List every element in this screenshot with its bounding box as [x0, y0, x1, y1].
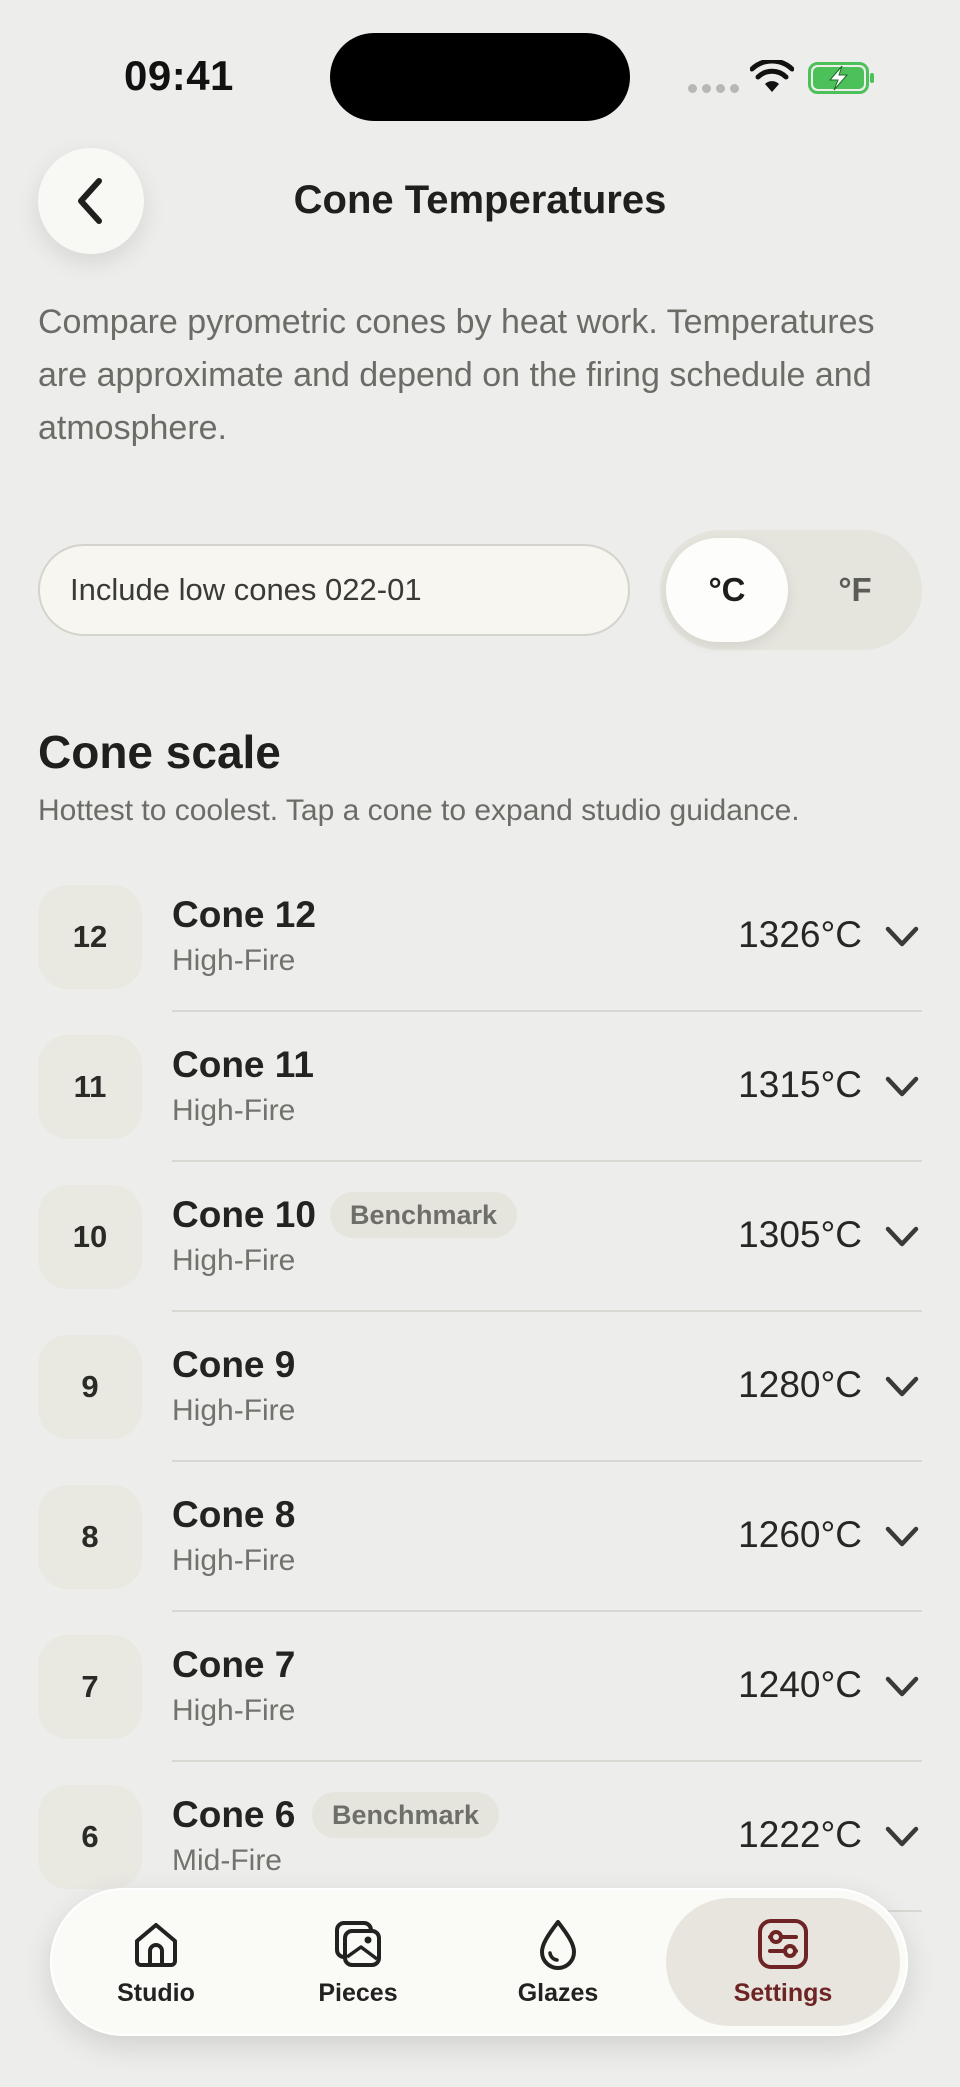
cone-number-badge: 6: [38, 1785, 142, 1889]
include-low-cones-toggle[interactable]: Include low cones 022-01: [38, 544, 630, 636]
cone-row[interactable]: 9 Cone 9 High-Fire 1280°C: [0, 1312, 960, 1462]
home-icon: [135, 1922, 177, 1967]
cone-name: Cone 8: [172, 1494, 296, 1535]
unit-celsius-button[interactable]: °C: [666, 538, 788, 642]
cone-temperature: 1222°C: [738, 1814, 862, 1855]
cone-number-badge: 7: [38, 1635, 142, 1739]
cone-temperature: 1280°C: [738, 1364, 862, 1405]
tab-label: Glazes: [517, 1978, 599, 2007]
cone-fire-range: High-Fire: [172, 1544, 296, 1577]
chevron-down-icon[interactable]: [884, 1224, 920, 1250]
chevron-down-icon[interactable]: [884, 1674, 920, 1700]
status-time: 09:41: [124, 52, 234, 99]
cone-name: Cone 11: [172, 1044, 314, 1085]
cone-fire-range: High-Fire: [172, 1244, 296, 1277]
cone-fire-range: High-Fire: [172, 1694, 296, 1727]
tab-settings[interactable]: Settings: [666, 1898, 900, 2026]
cone-name: Cone 9: [172, 1344, 296, 1385]
cone-name: Cone 6: [172, 1794, 296, 1835]
section-title: Cone scale: [38, 726, 281, 778]
pieces-icon: [335, 1920, 381, 1967]
cellular-signal-icon: [688, 84, 739, 93]
page-title: Cone Temperatures: [293, 178, 667, 222]
battery-charging-icon: [808, 62, 874, 94]
tab-label: Pieces: [318, 1978, 398, 2007]
tab-pieces[interactable]: Pieces: [260, 1898, 456, 2026]
cone-name: Cone 10: [172, 1194, 316, 1235]
cone-row[interactable]: 12 Cone 12 High-Fire 1326°C: [0, 862, 960, 1012]
cone-number-badge: 12: [38, 885, 142, 989]
wifi-icon: [750, 60, 794, 92]
cone-fire-range: Mid-Fire: [172, 1844, 282, 1877]
cone-temperature: 1260°C: [738, 1514, 862, 1555]
dynamic-island: [330, 33, 630, 121]
cone-row[interactable]: 11 Cone 11 High-Fire 1315°C: [0, 1012, 960, 1162]
cone-name: Cone 7: [172, 1644, 296, 1685]
tab-glazes[interactable]: Glazes: [460, 1898, 656, 2026]
cone-fire-range: High-Fire: [172, 1094, 296, 1127]
cone-number-badge: 8: [38, 1485, 142, 1589]
cone-temperature: 1326°C: [738, 914, 862, 955]
cone-fire-range: High-Fire: [172, 1394, 296, 1427]
sliders-icon: [758, 1918, 808, 1969]
chevron-down-icon[interactable]: [884, 1524, 920, 1550]
cone-temperature: 1315°C: [738, 1064, 862, 1105]
unit-fahrenheit-button[interactable]: °F: [794, 538, 916, 642]
section-subtitle: Hottest to coolest. Tap a cone to expand…: [38, 794, 800, 827]
chevron-down-icon[interactable]: [884, 924, 920, 950]
benchmark-badge: Benchmark: [330, 1192, 518, 1238]
unit-switch: °C °F: [660, 530, 922, 650]
cone-name: Cone 12: [172, 894, 316, 935]
cone-row[interactable]: 8 Cone 8 High-Fire 1260°C: [0, 1462, 960, 1612]
tab-bar: Studio Pieces Glazes Settings: [50, 1888, 908, 2036]
chevron-down-icon[interactable]: [884, 1374, 920, 1400]
cone-number-badge: 9: [38, 1335, 142, 1439]
cone-row[interactable]: 10 Cone 10 Benchmark High-Fire 1305°C: [0, 1162, 960, 1312]
tab-label: Settings: [733, 1978, 833, 2007]
benchmark-badge: Benchmark: [312, 1792, 500, 1838]
drop-icon: [540, 1919, 576, 1970]
intro-text: Compare pyrometric cones by heat work. T…: [38, 303, 875, 447]
cone-temperature: 1240°C: [738, 1664, 862, 1705]
tab-label: Studio: [117, 1978, 195, 2007]
status-bar: 09:41: [0, 0, 960, 150]
tab-studio[interactable]: Studio: [58, 1898, 254, 2026]
cone-number-badge: 11: [38, 1035, 142, 1139]
chevron-down-icon[interactable]: [884, 1824, 920, 1850]
cone-fire-range: High-Fire: [172, 944, 296, 977]
chevron-down-icon[interactable]: [884, 1074, 920, 1100]
cone-temperature: 1305°C: [738, 1214, 862, 1255]
cone-number-badge: 10: [38, 1185, 142, 1289]
cone-row[interactable]: 7 Cone 7 High-Fire 1240°C: [0, 1612, 960, 1762]
